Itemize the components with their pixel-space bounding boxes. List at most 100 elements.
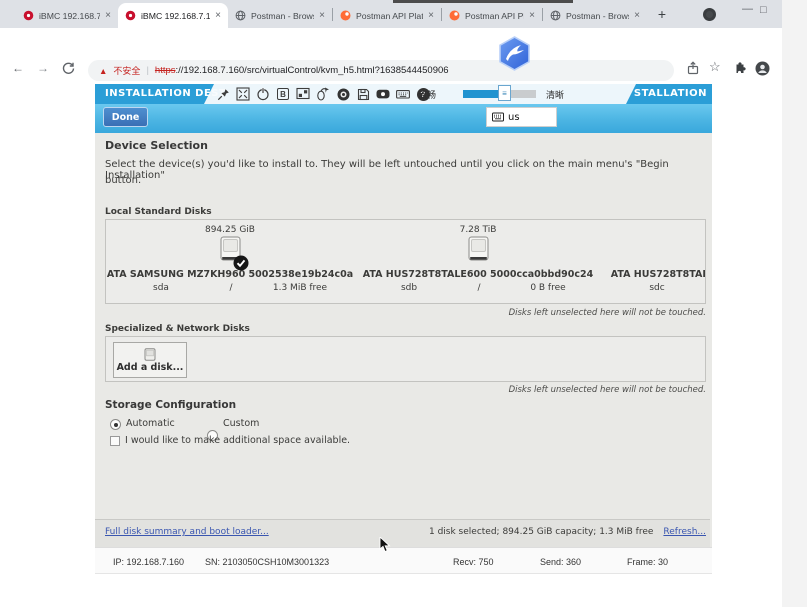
disk-details: sda/1.3 MiB free (106, 283, 354, 293)
keyboard-icon[interactable] (396, 87, 410, 102)
tab-title: Postman API Platform (356, 11, 423, 21)
save-icon[interactable] (356, 87, 370, 102)
slider-right-label: 清晰 (546, 88, 564, 101)
boot-option-icon[interactable]: B (276, 87, 290, 102)
url-text: https://192.168.7.160/src/virtualControl… (155, 65, 449, 76)
status-sn: SN: 2103050CSH10M3001323 (205, 557, 329, 567)
record-icon[interactable] (336, 87, 350, 102)
avatar-icon[interactable] (755, 61, 770, 76)
pin-icon[interactable] (216, 87, 230, 102)
tab-ibmc-2-active[interactable]: iBMC 192.168.7.160 × (118, 3, 228, 28)
mouse-icon[interactable] (316, 87, 330, 102)
tab-postman-browser-2[interactable]: Postman - Browser × (543, 3, 647, 28)
share-icon[interactable] (686, 61, 700, 75)
close-icon[interactable]: × (215, 10, 221, 21)
installer-content: Device Selection Select the device(s) yo… (95, 133, 712, 547)
close-icon[interactable]: × (634, 10, 640, 21)
add-disk-button[interactable]: Add a disk... (113, 342, 187, 378)
unselected-note-2: Disks left unselected here will not be t… (509, 385, 706, 395)
back-icon[interactable]: ← (12, 61, 24, 75)
keyboard-layout-value: us (508, 112, 520, 123)
tab-title: Postman - Browser (566, 11, 629, 21)
storage-config-title: Storage Configuration (105, 399, 236, 411)
tab-title: Postman API Platform (465, 11, 524, 21)
bird-hexagon-logo[interactable] (496, 35, 533, 72)
screen-split-icon[interactable] (296, 87, 310, 102)
globe-icon (235, 10, 246, 21)
new-tab-button[interactable]: + (651, 3, 673, 25)
tab-postman-browser-1[interactable]: Postman - Browser × (228, 3, 332, 28)
disk-icon (468, 236, 489, 262)
url-rest: ://192.168.7.160/src/virtualControl/kvm_… (176, 65, 449, 76)
mouse-cursor (379, 537, 391, 553)
disk-sdb[interactable]: 7.28 TiB ATA HUS728T8TALE600 5000cca0bbd… (354, 220, 602, 293)
close-icon[interactable]: × (428, 10, 434, 21)
keyboard-layout-indicator[interactable]: us (486, 107, 557, 127)
postman-favicon (340, 10, 351, 21)
keyboard-layout-icon (492, 112, 504, 122)
url-bar[interactable]: ▲ 不安全 | https://192.168.7.160/src/virtua… (88, 60, 674, 81)
ibmc-favicon (125, 10, 136, 21)
kvm-status-bar: IP: 192.168.7.160 SN: 2103050CSH10M30013… (95, 547, 712, 574)
radio-custom-label[interactable]: Custom (223, 418, 259, 429)
disk-size: 7.28 TiB (460, 225, 497, 235)
url-divider: | (146, 65, 148, 76)
tab-title: Postman - Browser (251, 11, 314, 21)
disk-name: ATA SAMSUNG MZ7KH960 5002538e19b24c0a (107, 269, 353, 280)
address-bar-row: ← → ▲ 不安全 | https://192.168.7.160/src/vi… (0, 28, 782, 56)
warning-icon: ▲ (99, 66, 107, 76)
description-line1: Select the device(s) you'd like to insta… (105, 159, 712, 181)
disk-sda[interactable]: 894.25 GiB ATA SAMSUNG MZ7KH960 5002538e… (106, 220, 354, 293)
power-icon[interactable] (256, 87, 270, 102)
disk-name: ATA HUS728T8TALE600 5000cca0bbd90c24 (611, 269, 706, 280)
page-title: Device Selection (105, 139, 208, 152)
installer-title-right: STALLATION (634, 88, 707, 99)
reload-icon[interactable] (62, 62, 75, 75)
close-icon[interactable]: × (529, 10, 535, 21)
description-line2: button. (105, 175, 141, 186)
status-send: Send: 360 (540, 557, 581, 567)
not-secure-label[interactable]: 不安全 (113, 64, 140, 77)
specialized-disks-panel: Add a disk... (105, 336, 706, 382)
small-disk-icon (144, 348, 156, 361)
globe-icon (550, 10, 561, 21)
tab-postman-api-1[interactable]: Postman API Platform × (333, 3, 441, 28)
refresh-link[interactable]: Refresh... (663, 527, 706, 537)
disk-row: 894.25 GiB ATA SAMSUNG MZ7KH960 5002538e… (106, 220, 705, 293)
radio-automatic-label[interactable]: Automatic (126, 418, 175, 429)
add-disk-label: Add a disk... (117, 362, 184, 373)
tab-ibmc-1[interactable]: iBMC 192.168.7.160 × (16, 3, 118, 28)
disk-sdc[interactable]: 7.28 TiB ATA HUS728T8TALE600 5000cca0bbd… (602, 220, 706, 293)
disk-details: sdc/0 B free (602, 283, 706, 293)
radio-automatic[interactable] (110, 419, 121, 430)
tab-title: iBMC 192.168.7.160 (141, 11, 210, 21)
selection-summary-row: 1 disk selected; 894.25 GiB capacity; 1.… (429, 527, 706, 537)
browser-profile-icon[interactable] (703, 8, 716, 21)
close-icon[interactable]: × (319, 10, 325, 21)
bookmark-star-icon[interactable]: ☆ (709, 59, 721, 75)
forward-icon[interactable]: → (37, 61, 49, 75)
maximize-icon[interactable]: □ (760, 4, 767, 16)
done-button[interactable]: Done (103, 107, 148, 127)
quality-slider-fill (463, 90, 501, 98)
fullscreen-icon[interactable] (236, 87, 250, 102)
close-icon[interactable]: × (105, 10, 111, 21)
additional-space-checkbox[interactable] (110, 436, 120, 446)
status-frame: Frame: 30 (627, 557, 668, 567)
local-disks-panel: 894.25 GiB ATA SAMSUNG MZ7KH960 5002538e… (105, 219, 706, 304)
extensions-icon[interactable] (732, 61, 746, 75)
tab-postman-api-2[interactable]: Postman API Platform × (442, 3, 542, 28)
video-icon[interactable] (376, 87, 390, 102)
slider-left-label: 流畅 (418, 88, 436, 101)
browser-tab-strip: iBMC 192.168.7.160 × iBMC 192.168.7.160 … (0, 0, 782, 28)
status-recv: Recv: 750 (453, 557, 494, 567)
quality-slider-handle[interactable]: ≡ (498, 85, 511, 101)
disk-name: ATA HUS728T8TALE600 5000cca0bbd90c24 (363, 269, 593, 280)
ibmc-favicon (23, 10, 34, 21)
disk-summary-link[interactable]: Full disk summary and boot loader... (105, 527, 269, 537)
desktop-edge-strip (782, 0, 807, 607)
minimize-icon[interactable]: — (742, 3, 753, 15)
disk-details: sdb/0 B free (354, 283, 602, 293)
local-disks-title: Local Standard Disks (105, 207, 212, 217)
additional-space-label[interactable]: I would like to make additional space av… (125, 435, 350, 446)
